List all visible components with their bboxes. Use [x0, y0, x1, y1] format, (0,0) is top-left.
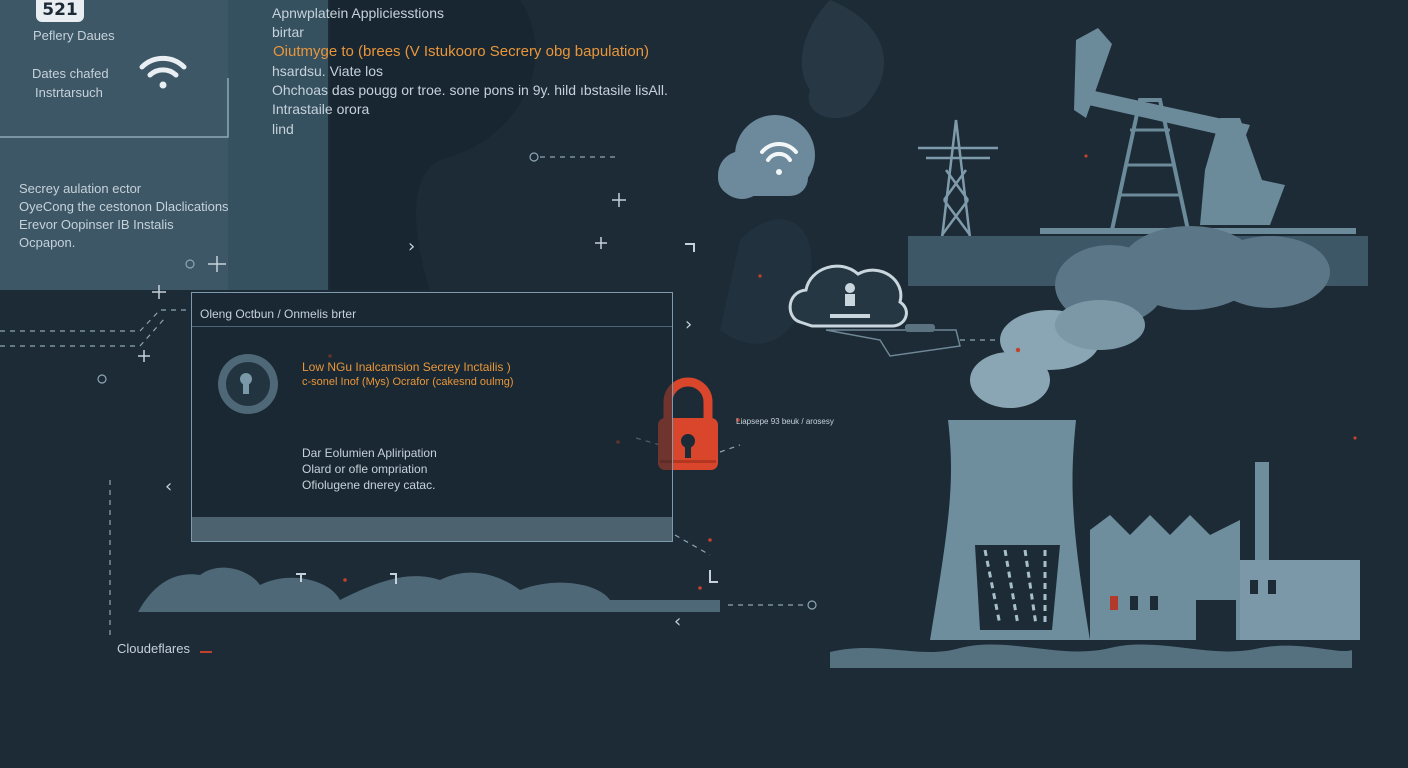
text-line-2: birtar [272, 24, 304, 40]
side-line-4: Ocpapon. [19, 235, 76, 250]
card-footer-bar [192, 517, 672, 541]
text-line-7: lind [272, 121, 294, 137]
chevron-left-icon[interactable]: ‹ [674, 611, 681, 632]
text-line-1: Apnwplatein Appliciesstions [272, 5, 444, 21]
lock-label: Liapsepe 93 beuk / arosesy [736, 417, 834, 426]
card-body-line-1: Dar Eolumien Apliripation [302, 446, 437, 460]
side-line-3: Erevor Oopinser IB Instalis [19, 217, 174, 232]
cloud-wifi-icon [718, 115, 815, 199]
chevron-left-icon[interactable]: ‹ [165, 476, 172, 497]
text-line-4: hsardsu. Viate los [272, 63, 384, 79]
power-plant [830, 420, 1360, 668]
alert-line-2: c-sonel Inof (Mys) Ocrafor (cakesnd oulm… [302, 376, 514, 388]
highlight-line: Oiutmyge to (brees (V Istukooro Secrery … [273, 43, 650, 60]
side-line-2: OyeCong the cestonon Dlaclications [19, 199, 229, 214]
cloud-bar [138, 567, 720, 612]
chevron-right-icon[interactable]: › [408, 236, 415, 257]
text-line-6: Intrastaile orora [272, 101, 370, 117]
chevron-right-icon[interactable]: › [685, 314, 692, 335]
card-header-title: Oleng Octbun / Onmelis brter [200, 307, 357, 321]
keyhole-icon [218, 354, 278, 414]
text-line-5: Ohchoas das pougg or troe. sone pons in … [272, 82, 668, 98]
alert-line-1: Low NGu Inalcamsion Secrey Inctailis ) [302, 360, 511, 374]
card-body-line-3: Ofiolugene dnerey catac. [302, 478, 436, 492]
power-pylon [918, 119, 998, 239]
bottom-label: Cloudeflares [117, 641, 190, 656]
panel-desc-line2: Instrtarsuch [35, 85, 103, 100]
panel-desc-line1: Dates chafed [32, 66, 109, 81]
security-card: Oleng Octbun / Onmelis brter Low NGu Ina… [191, 292, 673, 542]
card-header: Oleng Octbun / Onmelis brter [192, 293, 672, 327]
card-body-line-2: Olard or ofle ompriation [302, 462, 428, 476]
count-badge-text: 521 [42, 0, 78, 20]
count-badge: 521 [36, 0, 84, 22]
panel-title: Peflery Daues [33, 28, 115, 43]
side-line-1: Secrey aulation ector [19, 181, 142, 196]
